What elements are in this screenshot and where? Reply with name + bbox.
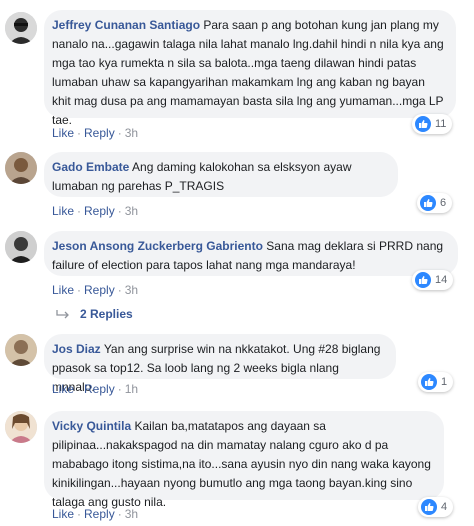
reaction-count[interactable]: 6 <box>417 193 453 213</box>
view-replies-link[interactable]: 2 Replies <box>56 306 133 322</box>
comment-actions: Like · Reply · 3h <box>52 126 139 140</box>
comment-actions: Like · Reply · 3h <box>52 283 139 297</box>
reaction-number: 11 <box>435 118 447 130</box>
reply-arrow-icon <box>56 310 69 319</box>
like-link[interactable]: Like <box>52 126 74 140</box>
commenter-name[interactable]: Gado Embate <box>52 160 129 174</box>
like-link[interactable]: Like <box>52 507 74 521</box>
reaction-number: 4 <box>441 501 448 513</box>
reaction-number: 6 <box>440 197 447 209</box>
avatar[interactable] <box>5 231 37 263</box>
comment-actions: Like · Reply · 1h <box>52 382 139 396</box>
thumbs-up-icon <box>421 374 437 390</box>
comment-bubble: Jos Diaz Yan ang surprise win na nkkatak… <box>44 334 396 394</box>
comment-bubble: Jeffrey Cunanan Santiago Para saan p ang… <box>44 10 456 127</box>
timestamp[interactable]: 3h <box>125 283 138 297</box>
like-link[interactable]: Like <box>52 204 74 218</box>
thumbs-up-icon <box>415 116 431 132</box>
thumbs-up-icon <box>415 272 431 288</box>
reaction-count[interactable]: 14 <box>412 270 454 290</box>
comment-bubble: Gado Embate Ang daming kalokohan sa elsk… <box>44 152 398 197</box>
commenter-name[interactable]: Jeffrey Cunanan Santiago <box>52 18 200 32</box>
reaction-number: 1 <box>441 376 448 388</box>
replies-count-label[interactable]: 2 Replies <box>80 306 133 322</box>
timestamp[interactable]: 3h <box>125 507 138 521</box>
avatar[interactable] <box>5 411 37 443</box>
comment-text: Para saan p ang botohan kung jan plang m… <box>52 18 444 127</box>
comment-actions: Like · Reply · 3h <box>52 204 139 218</box>
reaction-count[interactable]: 11 <box>412 114 453 134</box>
avatar[interactable] <box>5 12 37 44</box>
like-link[interactable]: Like <box>52 382 74 396</box>
comment-bubble: Jeson Ansong Zuckerberg Gabriento Sana m… <box>44 231 458 276</box>
avatar[interactable] <box>5 334 37 366</box>
reply-link[interactable]: Reply <box>84 283 115 297</box>
reaction-number: 14 <box>435 274 448 286</box>
reaction-count[interactable]: 1 <box>418 372 454 392</box>
commenter-name[interactable]: Jos Diaz <box>52 342 101 356</box>
comment-bubble: Vicky Quintila Kailan ba,matatapos ang d… <box>44 411 444 509</box>
avatar[interactable] <box>5 152 37 184</box>
timestamp[interactable]: 3h <box>125 204 138 218</box>
reply-link[interactable]: Reply <box>84 382 115 396</box>
commenter-name[interactable]: Vicky Quintila <box>52 419 131 433</box>
commenter-name[interactable]: Jeson Ansong Zuckerberg Gabriento <box>52 239 263 253</box>
reply-link[interactable]: Reply <box>84 507 115 521</box>
comment-actions: Like · Reply · 3h <box>52 507 139 521</box>
like-link[interactable]: Like <box>52 283 74 297</box>
timestamp[interactable]: 1h <box>125 382 138 396</box>
reply-link[interactable]: Reply <box>84 204 115 218</box>
timestamp[interactable]: 3h <box>125 126 138 140</box>
reaction-count[interactable]: 4 <box>418 497 454 517</box>
thumbs-up-icon <box>420 195 436 211</box>
reply-link[interactable]: Reply <box>84 126 115 140</box>
thumbs-up-icon <box>421 499 437 515</box>
